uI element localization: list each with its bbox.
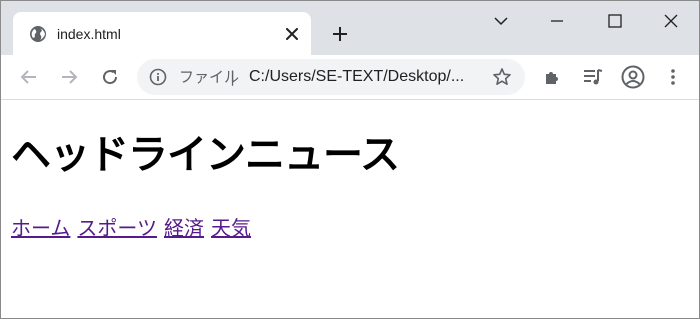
nav-link-home[interactable]: ホーム <box>11 215 70 241</box>
nav-link-economy[interactable]: 経済 <box>164 215 204 241</box>
extensions-puzzle-icon[interactable] <box>539 63 567 91</box>
close-window-icon[interactable] <box>657 7 685 35</box>
bookmark-star-icon[interactable] <box>491 66 513 88</box>
maximize-icon[interactable] <box>601 7 629 35</box>
profile-avatar-icon[interactable] <box>619 63 647 91</box>
globe-icon <box>29 25 47 43</box>
page-content: ヘッドラインニュース ホーム スポーツ 経済 天気 <box>1 101 699 318</box>
tab-strip: index.html <box>1 1 699 55</box>
new-tab-icon[interactable] <box>327 21 353 47</box>
tab-title: index.html <box>57 26 121 42</box>
url-text[interactable]: C:/Users/SE-TEXT/Desktop/... <box>249 67 485 87</box>
page-nav: ホーム スポーツ 経済 天気 <box>11 215 251 241</box>
scheme-separator: | <box>230 68 236 86</box>
browser-window: index.html ファイル | C:/Users/SE-TEXT/Deskt… <box>0 0 700 319</box>
page-heading: ヘッドラインニュース <box>11 132 400 178</box>
tab-index-html[interactable]: index.html <box>13 12 311 55</box>
nav-link-weather[interactable]: 天気 <box>211 215 251 241</box>
info-icon[interactable] <box>149 68 167 86</box>
address-bar[interactable]: ファイル | C:/Users/SE-TEXT/Desktop/... <box>137 59 525 95</box>
tab-search-chevron-icon[interactable] <box>487 7 515 35</box>
media-queue-icon[interactable] <box>579 63 607 91</box>
more-menu-icon[interactable] <box>659 63 687 91</box>
browser-toolbar: ファイル | C:/Users/SE-TEXT/Desktop/... <box>1 55 699 100</box>
nav-link-sports[interactable]: スポーツ <box>77 215 157 241</box>
reload-icon[interactable] <box>96 63 124 91</box>
back-arrow-icon[interactable] <box>15 63 43 91</box>
forward-arrow-icon[interactable] <box>55 63 83 91</box>
minimize-icon[interactable] <box>543 7 571 35</box>
close-tab-icon[interactable] <box>281 23 303 45</box>
